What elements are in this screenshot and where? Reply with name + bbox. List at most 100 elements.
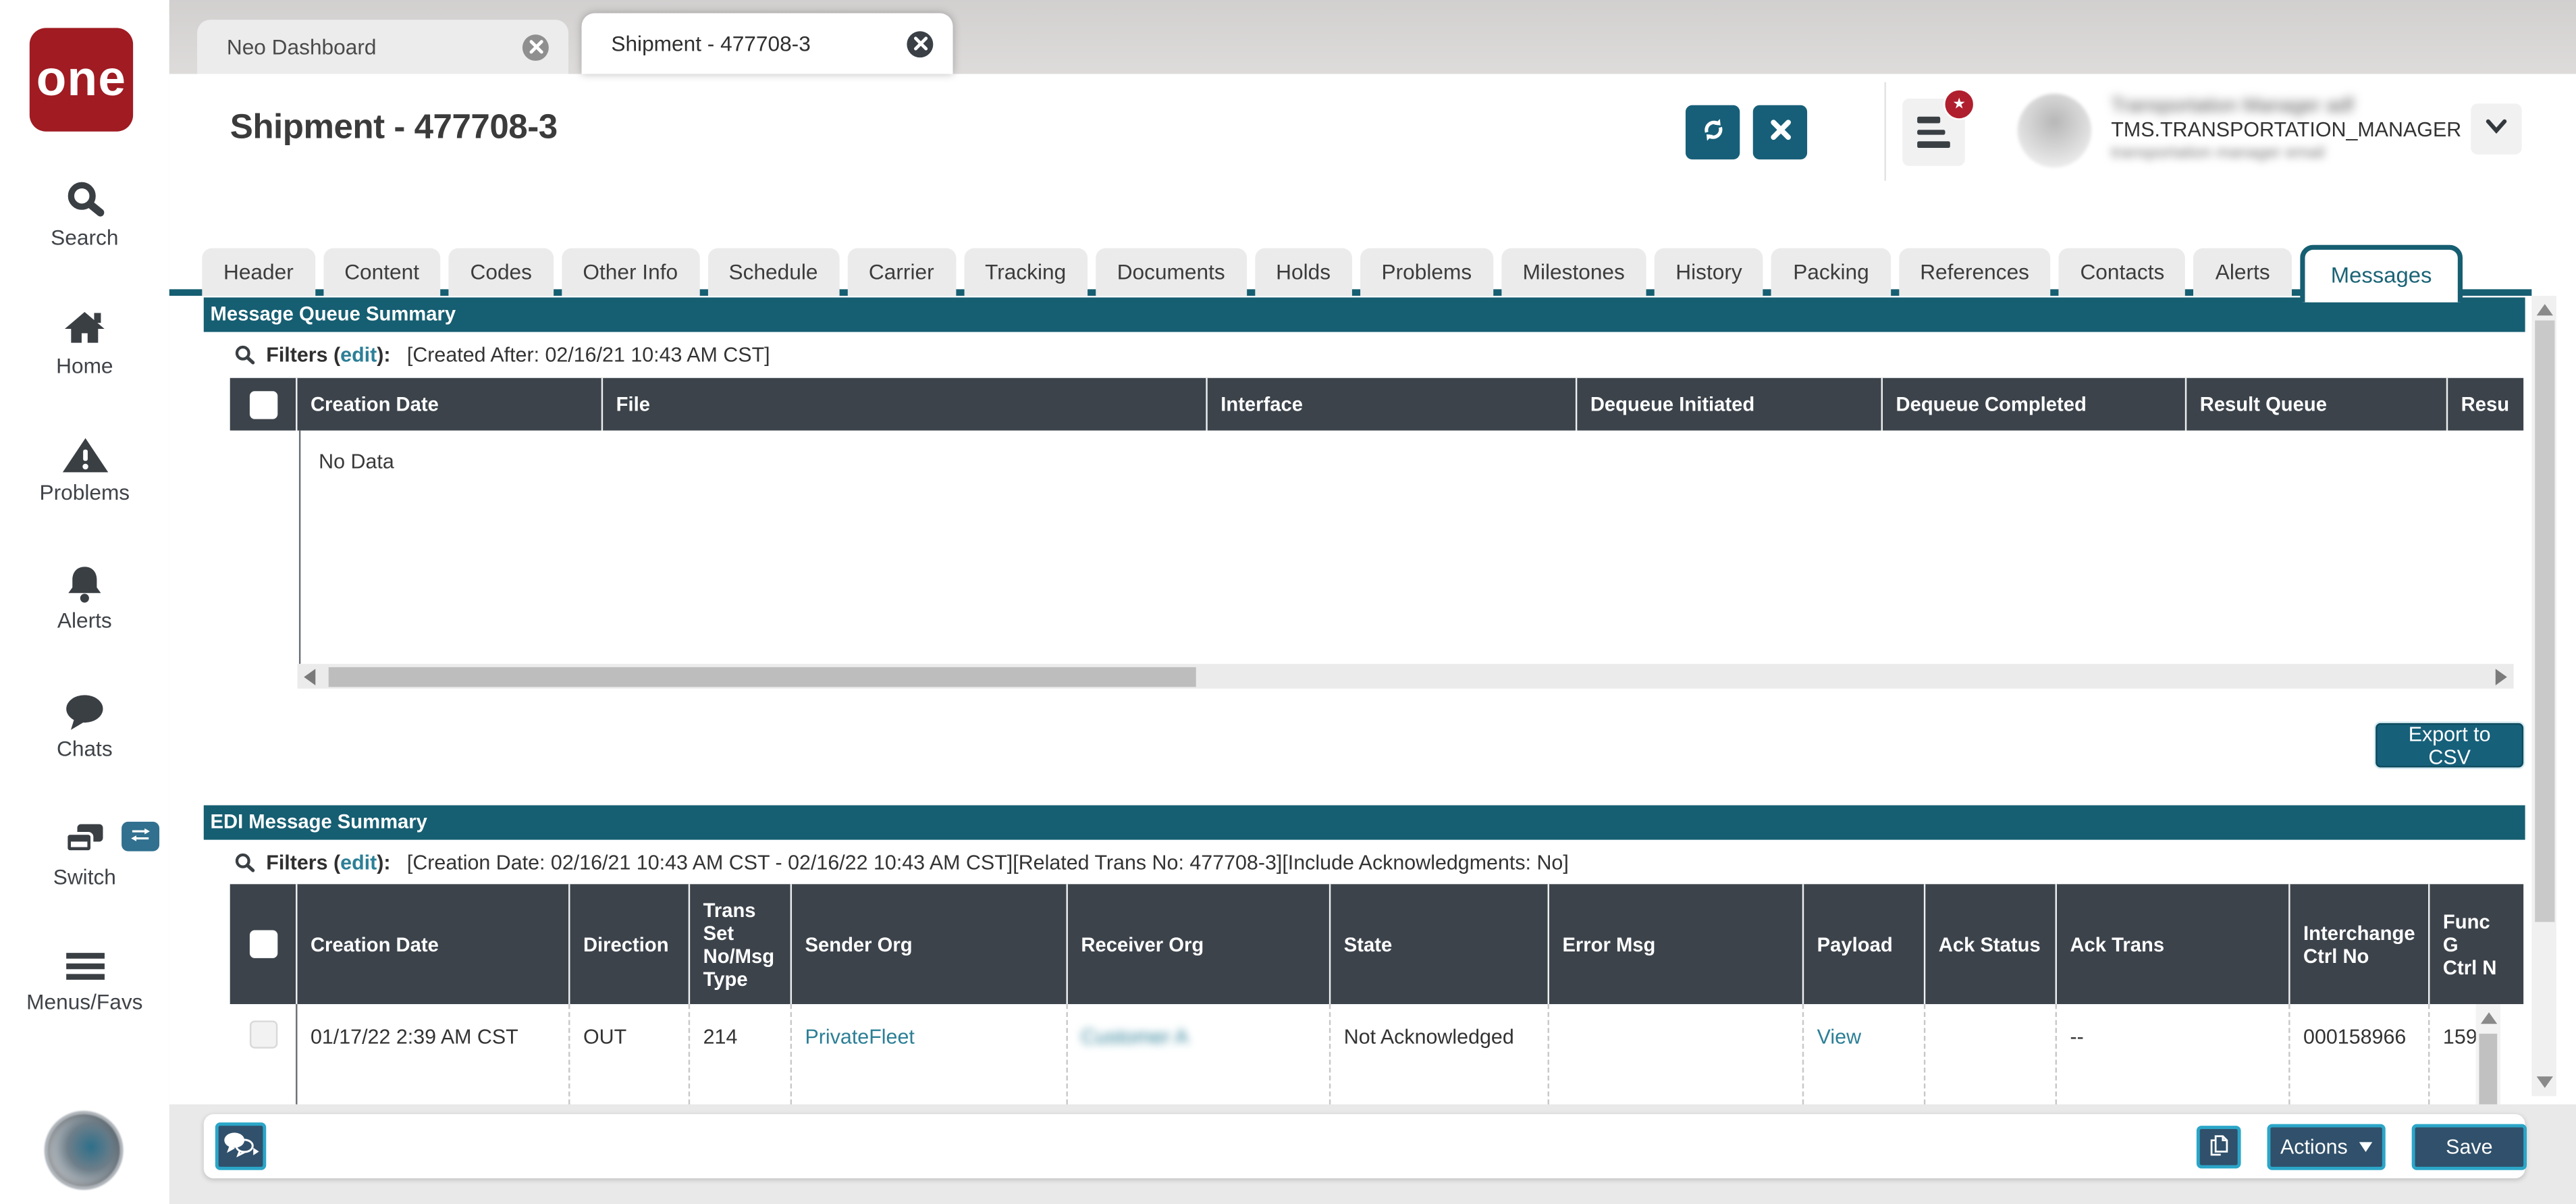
- column-error-msg[interactable]: Error Msg: [1549, 884, 1804, 1004]
- tab-carrier[interactable]: Carrier: [847, 248, 956, 296]
- scroll-right-icon[interactable]: [2495, 668, 2507, 685]
- column-interchange-ctrl-no[interactable]: Interchange Ctrl No: [2290, 884, 2430, 1004]
- column-func-ctrl-no-clipped[interactable]: Func G Ctrl N: [2430, 884, 2502, 1004]
- column-result-clipped[interactable]: Resu: [2448, 378, 2523, 431]
- sender-org-link[interactable]: PrivateFleet: [805, 1026, 915, 1049]
- page-scroll-thumb[interactable]: [2533, 320, 2554, 922]
- filters-label: Filters (: [266, 343, 341, 367]
- tab-packing[interactable]: Packing: [1771, 248, 1891, 296]
- close-tab-icon[interactable]: [522, 33, 549, 60]
- sidebar-item-menus-favs[interactable]: Menus/Favs: [0, 947, 169, 1014]
- sidebar-item-label: Problems: [39, 479, 130, 505]
- workspace-tab-neo-dashboard[interactable]: Neo Dashboard: [197, 20, 569, 74]
- horizontal-scrollbar[interactable]: [297, 664, 2514, 689]
- column-payload[interactable]: Payload: [1804, 884, 1926, 1004]
- user-menu-button[interactable]: [2471, 103, 2522, 155]
- export-to-csv-button[interactable]: Export to CSV: [2376, 723, 2524, 768]
- cell-error-msg: [1549, 1003, 1804, 1105]
- column-creation-date[interactable]: Creation Date: [297, 377, 603, 431]
- warning-triangle-icon: [0, 434, 169, 476]
- tab-messages-active[interactable]: Messages: [2299, 244, 2463, 303]
- edi-vertical-scrollbar[interactable]: [2475, 1003, 2501, 1105]
- scroll-up-icon[interactable]: [2535, 304, 2552, 316]
- column-ack-trans[interactable]: Ack Trans: [2057, 884, 2290, 1004]
- column-dequeue-completed[interactable]: Dequeue Completed: [1883, 377, 2187, 431]
- sidebar-item-search[interactable]: Search: [0, 178, 169, 250]
- receiver-org-link-masked[interactable]: Customer A: [1081, 1026, 1188, 1049]
- cell-creation-date: 01/17/22 2:39 AM CST: [297, 1003, 570, 1105]
- user-avatar[interactable]: [2017, 93, 2092, 168]
- actions-button[interactable]: Actions: [2267, 1124, 2386, 1170]
- cell-state: Not Acknowledged: [1331, 1003, 1549, 1105]
- column-trans-set[interactable]: Trans Set No/Msg Type: [690, 884, 793, 1004]
- workspace-tab-label: Neo Dashboard: [226, 34, 377, 59]
- profile-avatar[interactable]: [44, 1111, 124, 1190]
- page-title: Shipment - 477708-3: [230, 108, 558, 147]
- page-vertical-scrollbar[interactable]: [2531, 296, 2556, 1097]
- user-role: TMS.TRANSPORTATION_MANAGER: [2111, 118, 2462, 142]
- tab-codes[interactable]: Codes: [448, 248, 554, 296]
- switch-toggle-button[interactable]: [122, 821, 160, 852]
- column-direction[interactable]: Direction: [570, 884, 691, 1004]
- tab-holds[interactable]: Holds: [1254, 248, 1352, 296]
- message-queue-table-header: Creation Date File Interface Dequeue Ini…: [230, 377, 2524, 431]
- actions-label: Actions: [2280, 1135, 2348, 1159]
- sidebar-item-chats[interactable]: Chats: [0, 690, 169, 761]
- scroll-down-icon[interactable]: [2535, 1076, 2552, 1089]
- chat-button[interactable]: [215, 1122, 267, 1170]
- tab-history[interactable]: History: [1654, 248, 1764, 296]
- copy-document-button[interactable]: [2196, 1126, 2241, 1169]
- tab-content[interactable]: Content: [323, 248, 441, 296]
- close-tab-icon[interactable]: [907, 30, 934, 57]
- sidebar-item-problems[interactable]: Problems: [0, 434, 169, 504]
- sidebar-item-home[interactable]: Home: [0, 306, 169, 378]
- tab-other-info[interactable]: Other Info: [561, 248, 699, 296]
- sidebar-item-alerts[interactable]: Alerts: [0, 562, 169, 633]
- column-creation-date[interactable]: Creation Date: [297, 884, 570, 1004]
- menu-bars-icon: [0, 947, 169, 986]
- filters-value: [Creation Date: 02/16/21 10:43 AM CST - …: [406, 851, 1569, 874]
- edit-filters-link[interactable]: edit: [340, 852, 377, 874]
- column-receiver-org[interactable]: Receiver Org: [1068, 884, 1331, 1004]
- select-all-checkbox[interactable]: [248, 930, 277, 958]
- sidebar-item-label: Search: [51, 225, 119, 250]
- edit-filters-link[interactable]: edit: [340, 344, 377, 367]
- row-checkbox[interactable]: [248, 1020, 277, 1049]
- footer-action-bar: Actions Save: [203, 1114, 2527, 1178]
- tab-contacts[interactable]: Contacts: [2058, 248, 2186, 296]
- cell-interchange-ctrl-no: 000158966: [2290, 1003, 2430, 1105]
- tab-problems[interactable]: Problems: [1360, 248, 1493, 296]
- tab-tracking[interactable]: Tracking: [963, 248, 1088, 296]
- one-network-logo[interactable]: one: [29, 28, 134, 132]
- tab-schedule[interactable]: Schedule: [707, 248, 840, 296]
- tab-header[interactable]: Header: [202, 248, 315, 296]
- horizontal-scroll-thumb[interactable]: [328, 666, 1196, 687]
- tab-references[interactable]: References: [1898, 248, 2051, 296]
- column-interface[interactable]: Interface: [1208, 377, 1578, 431]
- favorites-badge: ★: [1943, 88, 1975, 120]
- close-record-button[interactable]: [1752, 105, 1808, 160]
- payload-view-link[interactable]: View: [1817, 1026, 1861, 1049]
- column-state[interactable]: State: [1331, 884, 1549, 1004]
- detail-tab-bar: Header Content Codes Other Info Schedule…: [202, 242, 2471, 303]
- column-dequeue-initiated[interactable]: Dequeue Initiated: [1577, 377, 1883, 431]
- message-queue-section-header: Message Queue Summary: [203, 297, 2525, 332]
- edi-table-row[interactable]: 01/17/22 2:39 AM CST OUT 214 PrivateFlee…: [230, 1003, 2524, 1105]
- cell-ack-status: [1925, 1003, 2057, 1105]
- tab-alerts[interactable]: Alerts: [2194, 248, 2292, 296]
- edi-scroll-thumb[interactable]: [2479, 1033, 2498, 1105]
- column-file[interactable]: File: [603, 377, 1208, 431]
- refresh-button[interactable]: [1685, 105, 1740, 160]
- search-icon: [234, 344, 257, 367]
- scroll-left-icon[interactable]: [304, 668, 316, 685]
- sidebar-item-label: Menus/Favs: [26, 989, 143, 1014]
- column-ack-status[interactable]: Ack Status: [1925, 884, 2057, 1004]
- save-button[interactable]: Save: [2411, 1124, 2527, 1170]
- tab-milestones[interactable]: Milestones: [1501, 248, 1646, 296]
- scroll-up-icon[interactable]: [2479, 1012, 2497, 1024]
- tab-documents[interactable]: Documents: [1096, 248, 1247, 296]
- workspace-tab-shipment[interactable]: Shipment - 477708-3: [581, 13, 953, 74]
- column-result-queue[interactable]: Result Queue: [2186, 377, 2448, 431]
- select-all-checkbox[interactable]: [248, 390, 277, 419]
- column-sender-org[interactable]: Sender Org: [792, 884, 1068, 1004]
